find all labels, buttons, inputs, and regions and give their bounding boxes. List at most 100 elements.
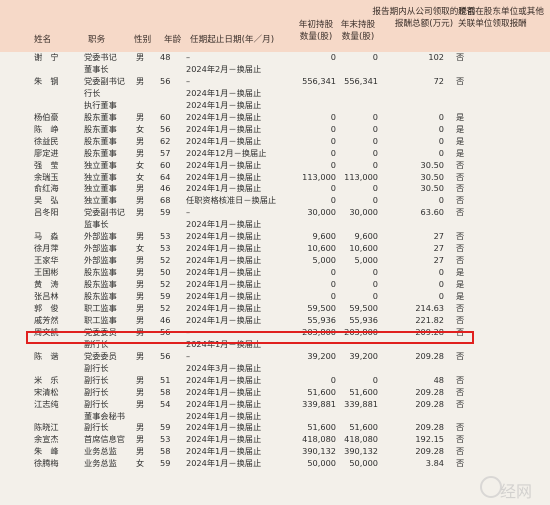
row-age: 58: [160, 446, 171, 457]
row-related: 否: [456, 231, 465, 242]
row-term: 2024年1月－换届止: [186, 159, 262, 170]
row-name: 陈晓江: [34, 422, 59, 433]
row-term: 2024年1月－换届止: [186, 302, 262, 313]
table-row: 吕冬阳 党委副书记男 59 – 30,000 30,000 63.60 否: [0, 207, 550, 218]
row-related: 否: [456, 374, 465, 385]
row-pay: 102: [428, 52, 444, 62]
table-row: 马 淼 外部监事 男 53 2024年1月－换届止 9,600 9,600 27 否: [0, 231, 550, 242]
row-start-shares: 0: [330, 123, 336, 134]
row-term: 2024年1月－换届止: [186, 374, 262, 385]
row-age: 54: [160, 398, 171, 409]
row-end-shares: 39,200: [349, 350, 378, 361]
row-age: 57: [160, 147, 171, 158]
row-term: 2024年1月－换届止: [186, 135, 262, 146]
row-age: 60: [160, 159, 171, 170]
row-related: 否: [456, 52, 465, 62]
table-row: 副行长 2024年3月－换届止: [0, 363, 550, 374]
row-gender: 男: [136, 52, 145, 62]
row-gender: 男: [136, 434, 145, 445]
row-pay: 0: [438, 267, 444, 278]
row-gender: 男: [136, 195, 145, 206]
row-related: 否: [456, 422, 465, 433]
row-start-shares: 418,080: [302, 434, 336, 445]
row-start-shares: 55,936: [307, 314, 336, 325]
row-position: 独立董事: [84, 183, 117, 194]
row-gender: 男: [136, 386, 145, 397]
row-end-shares: 0: [372, 123, 378, 134]
row-position: 副行长: [84, 422, 109, 433]
row-age: 59: [160, 207, 171, 218]
row-pay: 27: [433, 243, 444, 254]
row-pay: 221.82: [415, 314, 444, 325]
row-related: 否: [456, 183, 465, 194]
row-position: 副行长: [84, 362, 109, 373]
row-end-shares: 0: [372, 135, 378, 146]
row-term: 2024年1月－换届止: [186, 183, 262, 194]
row-end-shares: 9,600: [354, 231, 378, 242]
table-row: 陈 谐 党委委员 男 56 – 39,200 39,200 209.28 否: [0, 351, 550, 362]
table-row: 执行董事 2024年1月－换届止: [0, 100, 550, 111]
row-related: 是: [456, 291, 465, 301]
table-row: 陈晓江 副行长 男 59 2024年1月－换届止 51,600 51,600 209.28 否: [0, 422, 550, 433]
row-end-shares: 10,600: [349, 243, 378, 254]
row-position: 副行长: [84, 398, 109, 409]
row-start-shares: 0: [330, 135, 336, 146]
table-row: 监事长 2024年1月－换届止: [0, 219, 550, 230]
row-pay: 209.28: [415, 398, 444, 409]
row-name: 朱 钢: [34, 75, 59, 86]
row-start-shares: 0: [330, 183, 336, 194]
row-position: 外部监事: [84, 243, 117, 254]
row-start-shares: 51,600: [307, 386, 336, 397]
row-name: 强 莹: [34, 159, 59, 170]
row-pay: 63.60: [420, 207, 444, 218]
row-age: 53: [160, 243, 171, 254]
header-term: 任期起止日期(年／月): [190, 35, 275, 45]
row-related: 是: [456, 147, 465, 158]
row-name: 陈 谐: [34, 350, 59, 361]
table-row: 朱 钢 党委副书记男 56 – 556,341 556,341 72 否: [0, 76, 550, 87]
row-age: 46: [160, 314, 171, 325]
row-term: 2024年1月－换届止: [186, 111, 262, 122]
row-term: –: [186, 207, 191, 218]
row-end-shares: 390,132: [344, 446, 378, 457]
row-name: 余宣杰: [34, 434, 59, 445]
row-related: 否: [456, 171, 465, 182]
row-gender: 男: [136, 350, 145, 361]
row-pay: 209.28: [415, 422, 444, 433]
row-name: 杨伯豪: [34, 111, 59, 122]
row-related: 否: [456, 75, 465, 86]
row-pay: 214.63: [415, 302, 444, 313]
row-age: 51: [160, 374, 171, 385]
row-start-shares: 5,000: [312, 255, 336, 266]
row-name: 徐益民: [34, 135, 59, 146]
row-position: 党委副书记: [84, 207, 125, 218]
row-related: 否: [456, 159, 465, 170]
row-age: 64: [160, 171, 171, 182]
row-end-shares: 0: [372, 147, 378, 158]
row-name: 王家华: [34, 255, 59, 266]
row-end-shares: 113,000: [344, 171, 378, 182]
table-row: 谢 宁 党委书记 男 48 – 0 0 102 否: [0, 52, 550, 63]
row-related: 是: [456, 279, 465, 290]
row-end-shares: 0: [372, 159, 378, 170]
row-pay: 0: [438, 123, 444, 134]
row-term: 2024年1月－换届止: [186, 398, 262, 409]
row-name: 戚芳然: [34, 314, 59, 325]
row-position: 股东监事: [84, 291, 117, 301]
row-term: 2024年1月－换届止: [186, 255, 262, 266]
row-position: 业务总监: [84, 458, 117, 469]
row-end-shares: 51,600: [349, 386, 378, 397]
row-position: 独立董事: [84, 159, 117, 170]
row-gender: 男: [136, 291, 145, 301]
row-age: 56: [160, 350, 171, 361]
watermark-logo: 经网: [478, 466, 550, 505]
row-name: 徐月萍: [34, 243, 59, 254]
row-related: 否: [456, 350, 465, 361]
row-position: 执行董事: [84, 99, 117, 110]
table-row: 陈 峥 股东董事 女 56 2024年1月－换届止 0 0 0 是: [0, 124, 550, 135]
row-age: 59: [160, 458, 171, 469]
row-gender: 男: [136, 422, 145, 433]
table-row: 徐益民 股东董事 男 62 2024年1月－换届止 0 0 0 是: [0, 136, 550, 147]
row-age: 58: [160, 386, 171, 397]
row-position: 股东监事: [84, 279, 117, 290]
